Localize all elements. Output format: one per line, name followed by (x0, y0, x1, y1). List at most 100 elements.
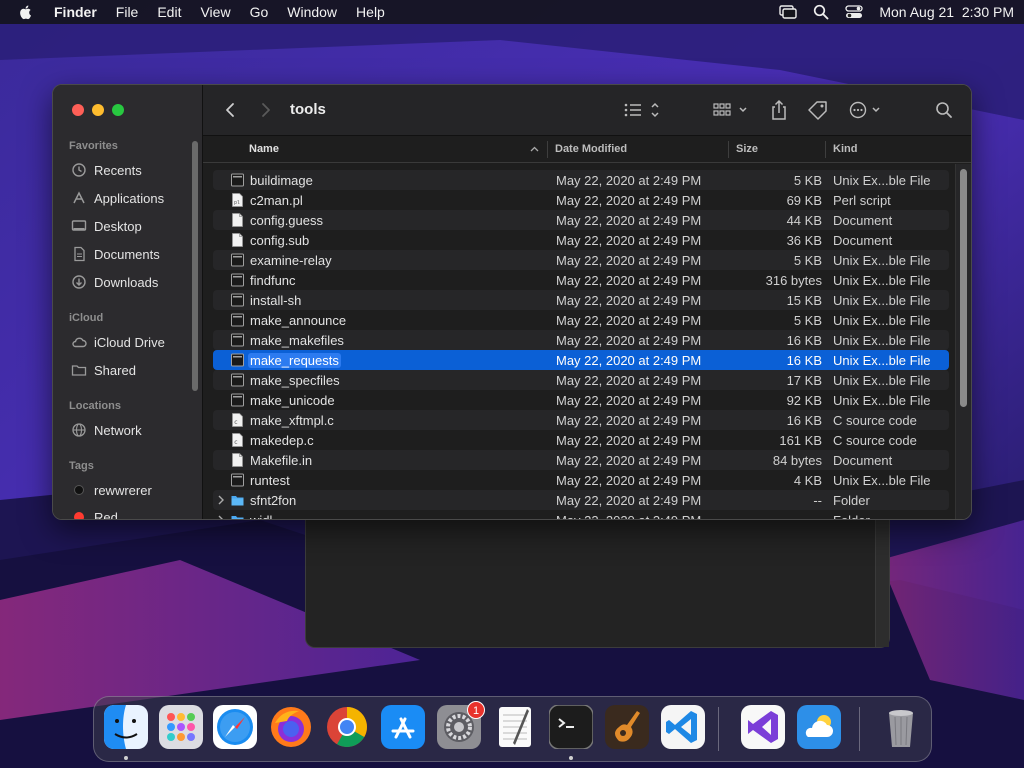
menu-app-name[interactable]: Finder (54, 4, 97, 20)
file-date-modified: May 22, 2020 at 2:49 PM (556, 193, 702, 208)
group-by-button[interactable] (713, 101, 749, 119)
sidebar-item-label: Shared (94, 362, 136, 378)
action-menu-button[interactable] (849, 101, 885, 119)
file-row[interactable]: make_unicode May 22, 2020 at 2:49 PM 92 KB… (213, 390, 949, 410)
forward-button[interactable] (261, 102, 271, 118)
sidebar-item-recents[interactable]: Recents (71, 160, 142, 180)
document-file-icon (231, 213, 244, 227)
search-button[interactable] (935, 101, 953, 119)
file-name: sfnt2fon (250, 493, 297, 508)
file-row[interactable]: buildimage May 22, 2020 at 2:49 PM 5 KB Uni… (213, 170, 949, 190)
sidebar-item-desktop[interactable]: Desktop (71, 216, 142, 236)
file-size: 44 KB (786, 213, 822, 228)
column-name[interactable]: Name (249, 143, 279, 155)
column-divider[interactable] (825, 141, 826, 158)
sidebar-item-tag-rewwrerer[interactable]: rewwrerer (71, 480, 152, 500)
screen-mirroring-icon[interactable] (779, 5, 798, 19)
file-row[interactable]: make_announce May 22, 2020 at 2:49 PM 5 KB… (213, 310, 949, 330)
sidebar-item-applications[interactable]: Applications (71, 188, 164, 208)
menu-view[interactable]: View (200, 4, 230, 20)
safari-icon[interactable] (213, 705, 257, 749)
file-row[interactable]: config.sub May 22, 2020 at 2:49 PM 36 KB Do… (213, 230, 949, 250)
file-size: 161 KB (779, 433, 822, 448)
menu-file[interactable]: File (116, 4, 139, 20)
column-divider[interactable] (547, 141, 548, 158)
file-name: buildimage (250, 173, 313, 188)
vscode-icon[interactable] (661, 705, 705, 749)
minimize-window-button[interactable] (92, 104, 104, 116)
visual-studio-icon[interactable] (741, 705, 785, 749)
file-row[interactable]: runtest May 22, 2020 at 2:49 PM 4 KB Unix E… (213, 470, 949, 490)
disclosure-triangle-icon[interactable] (217, 514, 225, 520)
file-list-scrollbar-thumb[interactable] (960, 169, 967, 407)
sidebar-item-documents[interactable]: Documents (71, 244, 160, 264)
column-size[interactable]: Size (736, 143, 758, 155)
sidebar-item-label: rewwrerer (94, 482, 152, 498)
file-row[interactable]: Makefile.in May 22, 2020 at 2:49 PM 84 byt… (213, 450, 949, 470)
file-size: -- (813, 513, 822, 519)
cloud-icon (72, 337, 87, 348)
share-button[interactable] (769, 99, 789, 121)
shared-folder-icon (71, 365, 87, 376)
file-kind: Unix Ex...ble File (833, 173, 931, 188)
terminal-icon[interactable] (549, 705, 593, 749)
file-row[interactable]: config.guess May 22, 2020 at 2:49 PM 44 KB… (213, 210, 949, 230)
sidebar-item-downloads[interactable]: Downloads (71, 272, 158, 292)
menu-window[interactable]: Window (287, 4, 337, 20)
file-size: 84 bytes (772, 453, 822, 468)
file-kind: Unix Ex...ble File (833, 373, 931, 388)
sidebar-item-tag-red[interactable]: Red (71, 507, 118, 519)
textedit-icon[interactable] (493, 705, 537, 749)
sidebar-item-network[interactable]: Network (71, 420, 142, 440)
finder-icon[interactable] (104, 705, 148, 749)
background-window[interactable] (305, 515, 890, 648)
file-row[interactable]: make_makefiles May 22, 2020 at 2:49 PM 16 … (213, 330, 949, 350)
menu-go[interactable]: Go (250, 4, 269, 20)
tags-button[interactable] (807, 100, 829, 120)
executable-file-icon (231, 313, 244, 327)
file-row[interactable]: c make_xftmpl.c May 22, 2020 at 2:49 PM 16 … (213, 410, 949, 430)
file-date-modified: May 22, 2020 at 2:49 PM (556, 413, 702, 428)
menu-edit[interactable]: Edit (157, 4, 181, 20)
file-date-modified: May 22, 2020 at 2:49 PM (556, 373, 702, 388)
launchpad-icon[interactable] (159, 705, 203, 749)
disclosure-triangle-icon[interactable] (217, 494, 225, 506)
column-divider[interactable] (728, 141, 729, 158)
file-row[interactable]: examine-relay May 22, 2020 at 2:49 PM 5 KB… (213, 250, 949, 270)
file-row[interactable]: findfunc May 22, 2020 at 2:49 PM 316 bytes… (213, 270, 949, 290)
file-row[interactable]: pl c2man.pl May 22, 2020 at 2:49 PM 69 KB Pe… (213, 190, 949, 210)
file-row[interactable]: c makedep.c May 22, 2020 at 2:49 PM 161 KB C… (213, 430, 949, 450)
file-row[interactable]: install-sh May 22, 2020 at 2:49 PM 15 KB Un… (213, 290, 949, 310)
background-window-scrollbar[interactable] (875, 515, 889, 647)
trash-icon[interactable] (879, 705, 923, 749)
weather-icon[interactable] (797, 705, 841, 749)
column-kind[interactable]: Kind (833, 143, 857, 155)
file-row[interactable]: make_specfiles May 22, 2020 at 2:49 PM 17 … (213, 370, 949, 390)
file-row[interactable]: make_requests May 22, 2020 at 2:49 PM 16 K… (213, 350, 949, 370)
file-date-modified: May 22, 2020 at 2:49 PM (556, 213, 702, 228)
zoom-window-button[interactable] (112, 104, 124, 116)
file-name: make_announce (250, 313, 347, 328)
sidebar-section-favorites: Favorites (69, 140, 118, 152)
control-center-icon[interactable] (845, 5, 864, 19)
sort-ascending-icon[interactable] (530, 146, 539, 152)
back-button[interactable] (225, 102, 235, 118)
firefox-icon[interactable] (269, 705, 313, 749)
spotlight-search-icon[interactable] (813, 4, 829, 20)
sidebar-item-icloud-drive[interactable]: iCloud Drive (71, 332, 165, 352)
garageband-icon[interactable] (605, 705, 649, 749)
close-window-button[interactable] (72, 104, 84, 116)
app-store-icon[interactable] (381, 705, 425, 749)
sidebar-item-shared[interactable]: Shared (71, 360, 136, 380)
column-date-modified[interactable]: Date Modified (555, 143, 627, 155)
file-row[interactable]: sfnt2fon May 22, 2020 at 2:49 PM -- Folder (213, 490, 949, 510)
menu-clock[interactable]: Mon Aug 21 2:30 PM (879, 4, 1014, 20)
chrome-icon[interactable] (325, 705, 369, 749)
menu-help[interactable]: Help (356, 4, 385, 20)
sidebar-scrollbar[interactable] (192, 141, 198, 391)
apple-icon[interactable] (18, 4, 34, 20)
view-mode-list-button[interactable] (623, 101, 661, 119)
file-row[interactable]: widl May 22, 2020 at 2:49 PM -- Folder (213, 510, 949, 520)
sidebar-section-tags: Tags (69, 460, 94, 472)
sidebar-section-locations: Locations (69, 400, 121, 412)
